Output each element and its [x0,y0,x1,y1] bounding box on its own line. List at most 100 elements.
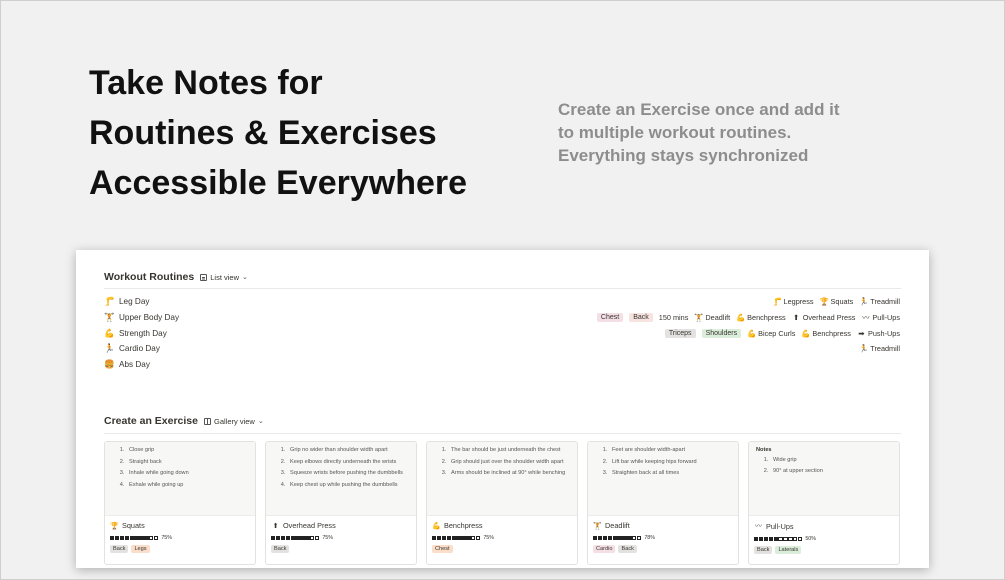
exercise-relation-name: Overhead Press [802,313,856,323]
routine-properties: Triceps Shoulders 💪 Bicep Curls 💪 Benchpress ➡… [664,328,900,338]
progress-square [280,535,286,541]
routine-row[interactable]: 🏃 Cardio Day 🏃 Treadmill [104,341,900,357]
exercise-emoji-icon: 🦵 [772,297,782,307]
routine-title-text: Strength Day [119,328,167,338]
progress-square [461,535,466,541]
note-item: Straight back [126,459,248,467]
notes-list: Wide grip 90° at upper section [756,457,892,476]
exercise-card[interactable]: Close grip Straight back Inhale while goin… [104,441,256,565]
muscle-tag: Shoulders [701,328,742,338]
exercise-relation-name: Benchpress [747,313,786,323]
note-item: Inhale while going down [126,470,248,478]
exercise-relation-link[interactable]: ⬆ Overhead Press [792,313,856,323]
progress-square [295,535,300,541]
notes-heading: Notes [756,447,772,453]
routines-title: Workout Routines [104,271,195,283]
note-item: Grip no wider than shoulder width apart [287,447,409,455]
progress-percent: 75% [322,535,334,541]
routine-title[interactable]: 🏃 Cardio Day [104,343,160,354]
progress-square [476,535,481,541]
exercise-relation-link[interactable]: 🏋 Deadlift [694,313,730,322]
progress-square [783,536,788,542]
card-body: ⬆ Overhead Press 75% Back [266,516,416,558]
routine-title[interactable]: 🍔 Abs Day [104,359,150,370]
note-item: Keep chest up while pushing the dumbbell… [287,482,409,490]
hero-title-line: Accessible Everywhere [89,164,468,202]
exercise-emoji-icon: 🏋 [694,313,704,323]
progress-square [798,536,803,542]
hero-subtitle-line: Create an Exercise once and add it [558,100,840,119]
exercise-card[interactable]: Feet are shoulder width-apart Lift bar wh… [587,441,739,565]
routine-row[interactable]: 💪 Strength Day Triceps Shoulders 💪 Bicep Curl… [104,325,900,341]
progress-square [763,536,769,542]
muscle-tag: Cardio [593,545,616,553]
progress-square [632,535,637,541]
routine-properties: Chest Back 150 mins 🏋 Deadlift 💪 Benchpress ⬆ Ov… [596,312,900,323]
routine-title[interactable]: 🏋 Upper Body Day [104,312,179,323]
exercise-relation-link[interactable]: 💪 Benchpress [801,329,851,338]
exercise-relation-link[interactable]: 🏃 Treadmill [859,344,900,353]
exercise-relation-link[interactable]: 🏆 Squats [820,297,854,306]
exercise-relation-link[interactable]: 🏃 Treadmill [859,297,900,306]
exercise-name-text: Overhead Press [283,521,336,530]
routines-divider [104,288,901,289]
note-item: Straighten back at all times [609,470,731,478]
card-body: 💪 Benchpress 75% Chest [427,516,577,558]
exercises-view-selector[interactable]: Gallery view ⌄ [203,416,264,426]
progress-indicator: 75% [110,535,250,541]
progress-indicator: 75% [432,535,572,541]
routines-view-selector[interactable]: List view ⌄ [200,273,248,282]
progress-square [788,536,793,542]
progress-square [134,535,139,541]
exercise-name: 💪 Benchpress [432,521,572,530]
exercise-relation-link[interactable]: 💪 Bicep Curls [747,329,795,338]
routine-title[interactable]: 🦵 Leg Day [104,296,149,307]
progress-square [637,535,642,541]
progress-square [119,535,125,541]
progress-square [471,535,476,541]
card-preview: Close grip Straight back Inhale while goin… [105,442,255,516]
muscle-tag: Back [629,313,653,323]
exercise-relation-link[interactable]: 🦵 Legpress [773,297,814,306]
routine-title[interactable]: 💪 Strength Day [104,328,167,339]
routine-row[interactable]: 🦵 Leg Day 🦵 Legpress 🏆 Squats 🏃 Treadmill [104,294,900,310]
progress-square [758,536,764,542]
exercise-emoji-icon: 🏆 [110,522,119,530]
muscle-tag: Laterals [775,546,802,554]
muscle-tag: Back [271,545,290,553]
card-tags: Back Laterals [754,546,894,554]
exercise-card[interactable]: The bar should be just underneath the ch… [426,441,578,565]
notes-list: Close grip Straight back Inhale while goin… [112,447,248,489]
exercise-relation-link[interactable]: 〰 Pull-Ups [861,312,900,323]
routine-title-text: Cardio Day [119,344,160,354]
exercise-emoji-icon: 💪 [736,313,746,323]
card-body: 〰 Pull-Ups 50% Back Laterals [749,516,899,559]
progress-square [441,535,447,541]
routine-emoji-icon: 💪 [104,327,115,338]
routine-row[interactable]: 🏋 Upper Body Day Chest Back 150 mins 🏋 Deadlif… [104,310,900,326]
exercise-relation-link[interactable]: 💪 Benchpress [736,313,786,322]
exercise-card[interactable]: Grip no wider than shoulder width apart K… [265,441,417,565]
routine-row[interactable]: 🍔 Abs Day [104,357,900,373]
progress-percent: 75% [483,535,495,541]
exercise-name: 🏋 Deadlift [593,521,733,530]
chevron-down-icon: ⌄ [257,418,264,425]
exercise-relation-name: Treadmill [870,344,900,354]
exercises-view-label: Gallery view [213,416,255,426]
card-tags: Chest [432,545,572,553]
hero-title-line: Take Notes for [89,64,323,102]
progress-bar [432,535,481,541]
exercise-relation-link[interactable]: ➡ Push-Ups [857,329,900,338]
card-preview: Notes Wide grip 90° at upper section [749,442,899,516]
hero-title-line: Routines & Exercises [89,114,437,152]
progress-square [432,535,437,541]
progress-square [290,535,295,541]
exercise-card[interactable]: Notes Wide grip 90° at upper section 〰 Pull-… [748,441,900,565]
note-item: Keep elbows directly underneath the wris… [287,459,409,467]
routine-emoji-icon: 🏋 [104,312,115,323]
progress-square [773,536,778,542]
chevron-down-icon: ⌄ [242,274,248,281]
progress-square [285,535,290,541]
exercise-emoji-icon: ⬆ [272,522,279,530]
exercise-emoji-icon: 🏃 [859,297,869,307]
